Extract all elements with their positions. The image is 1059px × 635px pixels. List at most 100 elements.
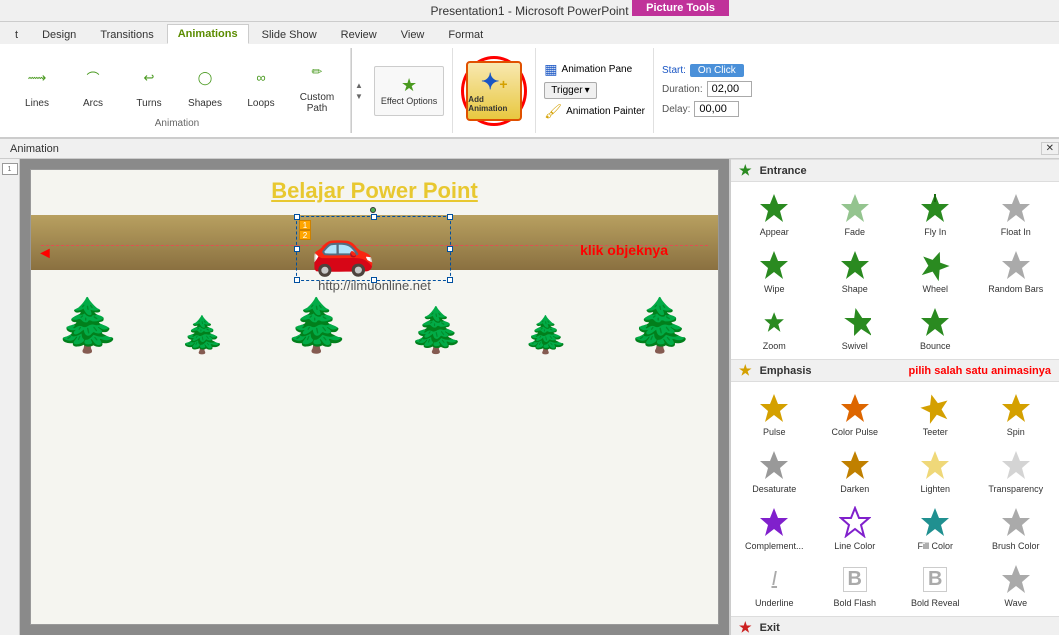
tab-review[interactable]: Review [330, 25, 388, 44]
ribbon-scroll[interactable]: ▲ ▼ [351, 48, 366, 133]
tab-t[interactable]: t [4, 25, 29, 44]
anim-brush-color[interactable]: Brush Color [977, 500, 1056, 555]
random-bars-icon [998, 247, 1034, 283]
title-bar: Presentation1 - Microsoft PowerPoint Pic… [0, 0, 1059, 22]
timing-group: Start: On Click Duration: Delay: [654, 48, 760, 133]
tree-3: 🌲 [285, 295, 350, 356]
float-in-icon [998, 190, 1034, 226]
color-pulse-icon [837, 390, 873, 426]
animation-pane-btn[interactable]: ▦ Animation Pane [544, 61, 645, 78]
animation-badges: 1 2 [299, 220, 311, 240]
emphasis-grid: Pulse Color Pulse Teeter Spin [731, 382, 1059, 616]
anim-teeter[interactable]: Teeter [896, 386, 975, 441]
group-label: Animation [155, 118, 199, 131]
swivel-icon [837, 304, 873, 340]
brush-color-icon [998, 504, 1034, 540]
exit-label: ★ Exit [731, 616, 1059, 635]
shape-icon [837, 247, 873, 283]
anim-spin[interactable]: Spin [977, 386, 1056, 441]
anim-lighten[interactable]: Lighten [896, 443, 975, 498]
start-value[interactable]: On Click [690, 64, 744, 77]
animation-panel: ★ Entrance Appear Fade Fly In [729, 159, 1059, 635]
fly-in-icon [917, 190, 953, 226]
trigger-row: Trigger ▾ [544, 82, 645, 99]
anim-random-bars[interactable]: Random Bars [977, 243, 1056, 298]
add-animation-btn[interactable]: ✦+ Add Animation [466, 61, 522, 121]
complement-icon [756, 504, 792, 540]
tab-transitions[interactable]: Transitions [89, 25, 164, 44]
anim-arcs[interactable]: ⌒ Arcs [68, 60, 118, 109]
tab-design[interactable]: Design [31, 25, 87, 44]
anim-complement[interactable]: Complement... [735, 500, 814, 555]
anim-turns[interactable]: ↩ Turns [124, 60, 174, 109]
app-title: Presentation1 - Microsoft PowerPoint [430, 4, 628, 18]
bold-reveal-icon: B [917, 561, 953, 597]
tree-4: 🌲 [409, 304, 464, 356]
tab-slideshow[interactable]: Slide Show [251, 25, 328, 44]
duration-input[interactable] [707, 81, 752, 97]
anim-loops[interactable]: ∞ Loops [236, 60, 286, 109]
anim-swivel[interactable]: Swivel [816, 300, 895, 355]
anim-bold-reveal[interactable]: B Bold Reveal [896, 557, 975, 612]
anim-darken[interactable]: Darken [816, 443, 895, 498]
scroll-down[interactable]: ▼ [354, 91, 364, 102]
sel-handle-top[interactable] [370, 207, 376, 213]
tab-view[interactable]: View [390, 25, 436, 44]
anim-wave[interactable]: Wave [977, 557, 1056, 612]
delay-row: Delay: [662, 101, 752, 117]
delay-input[interactable] [694, 101, 739, 117]
effect-options-btn[interactable]: ★ Effect Options [374, 66, 444, 116]
group-label-bar: Animation ✕ [0, 139, 1059, 159]
underline-icon: I [756, 561, 792, 597]
anim-wipe[interactable]: Wipe [735, 243, 814, 298]
anim-transparency[interactable]: Transparency [977, 443, 1056, 498]
anim-shape[interactable]: Shape [816, 243, 895, 298]
tab-format[interactable]: Format [437, 25, 494, 44]
start-row: Start: On Click [662, 64, 752, 77]
car-area[interactable]: 🚗 [311, 218, 376, 279]
wheel-icon [917, 247, 953, 283]
anim-zoom[interactable]: Zoom [735, 300, 814, 355]
anim-color-pulse[interactable]: Color Pulse [816, 386, 895, 441]
anim-wheel[interactable]: Wheel [896, 243, 975, 298]
anim-lines[interactable]: ⟿ Lines [12, 60, 62, 109]
lighten-icon [917, 447, 953, 483]
slide-thumbnails-panel: 1 [0, 159, 20, 635]
tree-1: 🌲 [56, 295, 121, 356]
anim-fly-in[interactable]: Fly In [896, 186, 975, 241]
anim-bold-flash[interactable]: B Bold Flash [816, 557, 895, 612]
anim-pulse[interactable]: Pulse [735, 386, 814, 441]
anim-underline[interactable]: I Underline [735, 557, 814, 612]
close-group-btn[interactable]: ✕ [1041, 142, 1059, 155]
badge-1: 1 [299, 220, 311, 230]
anim-bounce[interactable]: Bounce [896, 300, 975, 355]
slide-panel[interactable]: Belajar Power Point ◄ 🚗 1 2 [20, 159, 729, 635]
main-area: 1 Belajar Power Point ◄ 🚗 1 [0, 159, 1059, 635]
anim-line-color[interactable]: Line Color [816, 500, 895, 555]
trigger-btn[interactable]: Trigger ▾ [544, 82, 596, 99]
scroll-up[interactable]: ▲ [354, 80, 364, 91]
fill-color-icon [917, 504, 953, 540]
anim-custom-path[interactable]: ✏ Custom Path [292, 54, 342, 114]
ribbon-tabs: t Design Transitions Animations Slide Sh… [0, 22, 1059, 44]
anim-desaturate[interactable]: Desaturate [735, 443, 814, 498]
pulse-icon [756, 390, 792, 426]
anim-fill-color[interactable]: Fill Color [896, 500, 975, 555]
tree-2: 🌲 [180, 314, 225, 356]
add-animation-group: ✦+ Add Animation [453, 48, 536, 133]
badge-2: 2 [299, 230, 311, 240]
animation-painter-btn[interactable]: 🖌 Animation Painter [544, 103, 645, 120]
anim-shapes[interactable]: ◯ Shapes [180, 60, 230, 109]
ribbon-group-motionpath: ⟿ Lines ⌒ Arcs ↩ Turns ◯ Shapes ∞ Loops … [4, 48, 351, 133]
effect-options-group: ★ Effect Options [366, 48, 453, 133]
picture-tools-tab[interactable]: Picture Tools [632, 0, 729, 16]
anim-pane-group: ▦ Animation Pane Trigger ▾ 🖌 Animation P… [536, 48, 654, 133]
teeter-icon [917, 390, 953, 426]
tab-animations[interactable]: Animations [167, 24, 249, 44]
anim-fade[interactable]: Fade [816, 186, 895, 241]
appear-icon [756, 190, 792, 226]
darken-icon [837, 447, 873, 483]
slide-thumb-1[interactable]: 1 [2, 163, 18, 175]
anim-appear[interactable]: Appear [735, 186, 814, 241]
anim-float-in[interactable]: Float In [977, 186, 1056, 241]
